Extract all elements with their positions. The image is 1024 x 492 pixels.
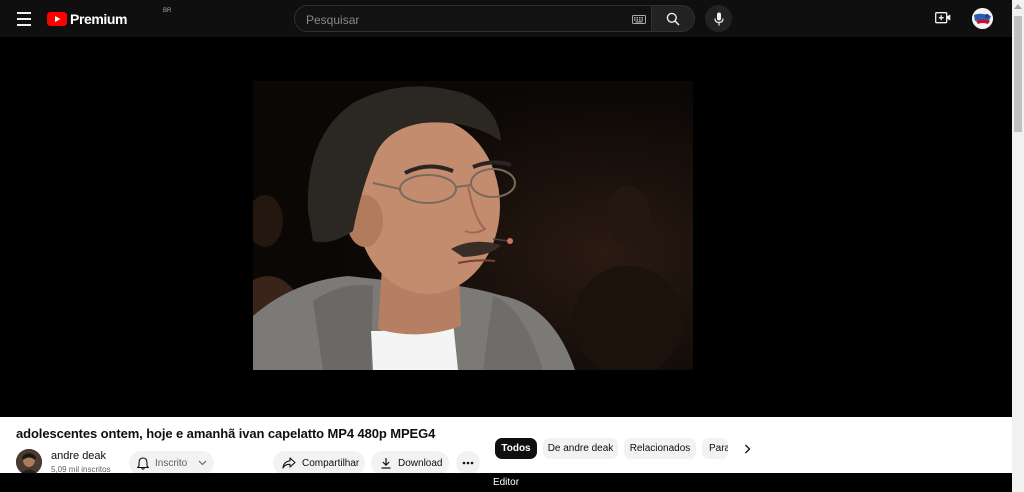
search-icon	[666, 12, 680, 26]
subscribed-label: Inscrito	[155, 457, 188, 469]
chip-todos[interactable]: Todos	[495, 438, 537, 459]
chevron-down-icon	[198, 460, 207, 466]
more-actions-button[interactable]	[456, 451, 480, 475]
keyboard-icon[interactable]	[632, 15, 646, 24]
subscribed-button[interactable]: Inscrito	[129, 451, 214, 475]
download-button[interactable]: Download	[371, 451, 449, 475]
share-button[interactable]: Compartilhar	[273, 451, 365, 475]
share-label: Compartilhar	[302, 457, 360, 469]
bell-icon	[137, 456, 149, 470]
video-frame[interactable]	[253, 81, 693, 370]
video-info: adolescentes ontem, hoje e amanhã ivan c…	[0, 417, 1012, 475]
scroll-up-arrow-icon[interactable]	[1014, 4, 1022, 9]
page-scrollbar[interactable]	[1012, 0, 1024, 492]
editor-bar: Editor	[0, 473, 1012, 492]
video-title: adolescentes ontem, hoje e amanhã ivan c…	[16, 426, 436, 441]
download-icon	[381, 458, 391, 469]
youtube-logo-icon	[47, 12, 67, 26]
download-label: Download	[398, 457, 443, 469]
chip-from-channel[interactable]: De andre deak	[543, 438, 618, 459]
chevron-right-icon	[744, 444, 750, 454]
search-button[interactable]	[652, 5, 695, 32]
chips-next-button[interactable]	[739, 441, 755, 457]
create-video-icon[interactable]	[935, 11, 951, 25]
chip-related[interactable]: Relacionados	[624, 438, 696, 459]
masthead: Premium BR	[0, 0, 1012, 37]
account-avatar[interactable]	[972, 8, 993, 29]
editor-label: Editor	[492, 477, 520, 488]
chip-for-you[interactable]: Para	[702, 438, 728, 459]
search-input[interactable]	[306, 12, 606, 28]
youtube-premium-logo[interactable]: Premium BR	[47, 8, 171, 30]
channel-name[interactable]: andre deak	[51, 450, 106, 462]
logo-country-code: BR	[163, 8, 172, 14]
video-player[interactable]	[0, 37, 1012, 417]
more-horizontal-icon	[462, 461, 474, 465]
channel-avatar[interactable]	[16, 449, 42, 475]
search-box	[294, 5, 652, 32]
logo-text: Premium	[70, 11, 128, 27]
menu-icon[interactable]	[13, 9, 35, 29]
scrollbar-thumb[interactable]	[1014, 16, 1022, 132]
share-icon	[282, 457, 296, 469]
microphone-icon	[713, 12, 724, 25]
voice-search-button[interactable]	[705, 5, 732, 32]
